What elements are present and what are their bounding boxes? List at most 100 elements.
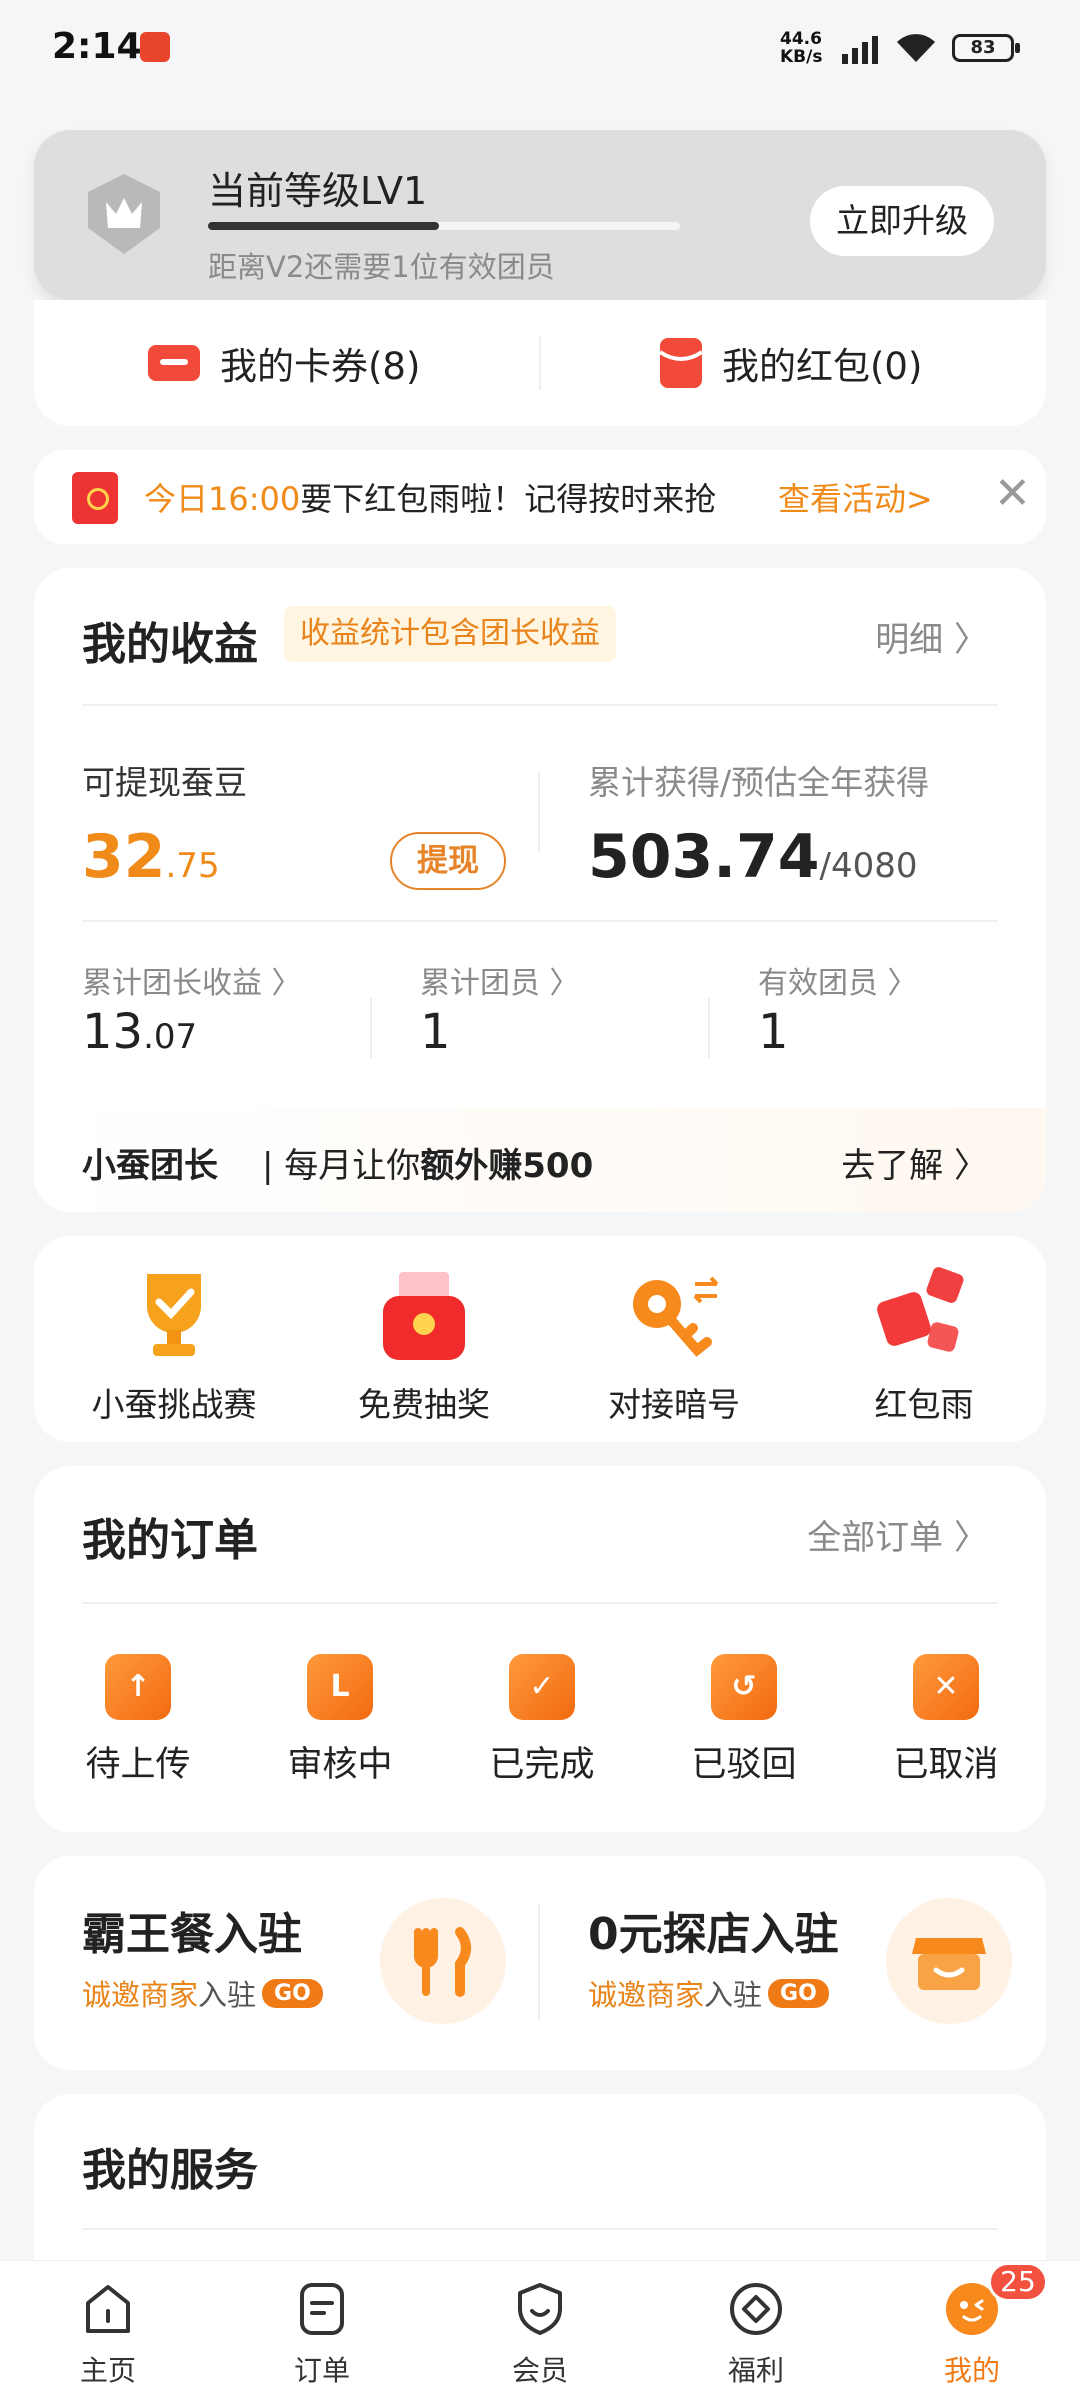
welfare-icon (730, 2283, 782, 2335)
order-status-label: 审核中 (287, 1745, 393, 1785)
leader-income-value: 13.07 (82, 1004, 197, 1060)
divider (538, 1904, 540, 2020)
nav-home[interactable]: 主页 (48, 2279, 168, 2389)
app-notification-icon (140, 32, 170, 62)
team-leader-promo[interactable]: 小蚕团长 | 每月让你额外赚500 去了解 〉 (34, 1108, 1046, 1212)
store-visit-join[interactable]: 0元探店入驻 诚邀商家 入驻 GO (588, 1898, 839, 2014)
card-coupon-icon (148, 345, 200, 381)
withdrawable-dec: .75 (165, 846, 220, 886)
store-visit-title: 0元探店入驻 (588, 1909, 839, 1960)
order-status-rejected[interactable]: ↺ 已驳回 (664, 1654, 824, 1787)
lottery-icon (383, 1272, 465, 1360)
withdrawable-int: 32 (82, 822, 166, 892)
notice-text: 要下红包雨啦！记得按时来抢 (300, 480, 717, 518)
leader-income-link[interactable]: 累计团长收益 〉 (82, 958, 302, 1002)
nav-label: 福利 (727, 2354, 784, 2387)
my-cards-button[interactable]: 我的卡券(8) (146, 336, 420, 390)
services-title: 我的服务 (82, 2145, 258, 2196)
total-estimate: /4080 (819, 846, 918, 886)
order-status-pending-upload[interactable]: ↑ 待上传 (58, 1654, 218, 1787)
merchant-invite: 诚邀商家 入驻 GO (82, 1972, 323, 2014)
withdrawable-label: 可提现蚕豆 (82, 763, 247, 802)
feature-code[interactable]: 对接暗号 (564, 1266, 784, 1426)
earnings-detail-link[interactable]: 明细 〉 (875, 612, 988, 661)
members-link[interactable]: 累计团员 〉 (420, 958, 580, 1002)
view-activity-link[interactable]: 查看活动> (778, 474, 933, 520)
trophy-icon (147, 1274, 201, 1356)
divider (370, 998, 372, 1058)
notification-count-badge: 25 (988, 2262, 1048, 2302)
redpacket-rain-notice: 今日16:00要下红包雨啦！记得按时来抢 查看活动> ✕ (34, 450, 1046, 544)
go-badge: GO (768, 1978, 829, 2008)
nav-welfare[interactable]: 福利 (696, 2279, 816, 2389)
net-speed-unit: KB/s (780, 47, 823, 67)
redpacket-rain-icon (877, 1267, 964, 1352)
merchant-invite-a: 诚邀商家 (82, 1978, 199, 2012)
merchant-card: 霸王餐入驻 诚邀商家 入驻 GO 0元探店入驻 诚邀商家 入驻 GO (34, 1856, 1046, 2070)
member-shield-icon (518, 2283, 562, 2335)
nav-orders[interactable]: 订单 (262, 2279, 382, 2389)
order-status-completed[interactable]: ✓ 已完成 (462, 1654, 622, 1787)
nav-label: 会员 (511, 2354, 568, 2387)
store-icon (886, 1898, 1012, 2024)
coupons-divider (539, 336, 541, 390)
free-meal-join[interactable]: 霸王餐入驻 诚邀商家 入驻 GO (82, 1898, 323, 2014)
merchant-invite: 诚邀商家 入驻 GO (588, 1972, 839, 2014)
level-badge-icon (88, 174, 160, 254)
upgrade-button[interactable]: 立即升级 (810, 186, 994, 256)
merchant-invite-b: 入驻 (198, 1978, 257, 2012)
my-redpack-label: 我的红包(0) (722, 345, 923, 388)
earnings-tag: 收益统计包含团长收益 (284, 606, 616, 662)
level-card[interactable]: 当前等级LV1 距离V2还需要1位有效团员 立即升级 (34, 130, 1046, 300)
status-time: 2:14 (52, 26, 142, 67)
total-value: 503.74 (588, 822, 820, 892)
red-envelope-icon (72, 472, 118, 524)
notice-message: 今日16:00要下红包雨啦！记得按时来抢 (144, 474, 716, 520)
order-status-cancelled[interactable]: ✕ 已取消 (866, 1654, 1026, 1787)
return-icon: ↺ (711, 1654, 787, 1728)
order-status-label: 已完成 (489, 1745, 595, 1785)
divider (82, 2228, 998, 2230)
feature-label: 对接暗号 (608, 1385, 740, 1424)
my-cards-label: 我的卡券(8) (220, 345, 421, 388)
orders-title: 我的订单 (82, 1515, 258, 1566)
merchant-invite-b: 入驻 (704, 1978, 763, 2012)
divider (82, 920, 998, 922)
feature-label: 免费抽奖 (358, 1385, 490, 1424)
merchant-invite-a: 诚邀商家 (588, 1978, 705, 2012)
feature-label: 小蚕挑战赛 (91, 1385, 257, 1424)
check-icon: ✓ (509, 1654, 585, 1728)
net-speed: 44.6 KB/s (780, 30, 822, 66)
withdraw-button[interactable]: 提现 (390, 832, 506, 890)
utensils-icon (380, 1898, 506, 2024)
valid-members-link[interactable]: 有效团员 〉 (758, 958, 918, 1002)
total-earned-value: 503.74/4080 (588, 822, 918, 892)
orders-card: 我的订单 全部订单 〉 ↑ 待上传 L 审核中 ✓ 已完成 ↺ 已驳回 ✕ 已取… (34, 1466, 1046, 1832)
feature-challenge[interactable]: 小蚕挑战赛 (64, 1266, 284, 1426)
feature-redpack-rain[interactable]: 红包雨 (814, 1266, 1034, 1426)
all-orders-link[interactable]: 全部订单 〉 (807, 1510, 988, 1559)
orders-icon (300, 2283, 344, 2335)
order-status-reviewing[interactable]: L 审核中 (260, 1654, 420, 1787)
promo-text-a: 每月让你 (284, 1146, 421, 1186)
leader-income-dec: .07 (143, 1017, 198, 1057)
divider (82, 704, 998, 706)
nav-member[interactable]: 会员 (480, 2279, 600, 2389)
close-icon[interactable]: ✕ (994, 468, 1031, 519)
learn-more-link[interactable]: 去了解 〉 (841, 1138, 988, 1187)
earnings-title: 我的收益 (82, 619, 258, 670)
key-icon (633, 1276, 719, 1357)
level-hint: 距离V2还需要1位有效团员 (208, 250, 555, 284)
members-value: 1 (420, 1004, 451, 1060)
feature-lottery[interactable]: 免费抽奖 (314, 1266, 534, 1426)
level-progress-fill (208, 222, 440, 230)
level-progress-bar (208, 222, 680, 230)
free-meal-title: 霸王餐入驻 (82, 1909, 302, 1960)
team-leader-brand: 小蚕团长 (82, 1146, 218, 1186)
battery-indicator: 83 (952, 34, 1020, 62)
leader-income-int: 13 (82, 1004, 144, 1060)
nav-label: 订单 (293, 2354, 350, 2387)
earnings-card: 我的收益 收益统计包含团长收益 明细 〉 可提现蚕豆 32.75 提现 累计获得… (34, 568, 1046, 1212)
shop-icon (912, 1938, 986, 1990)
my-redpack-button[interactable]: 我的红包(0) (658, 336, 922, 390)
